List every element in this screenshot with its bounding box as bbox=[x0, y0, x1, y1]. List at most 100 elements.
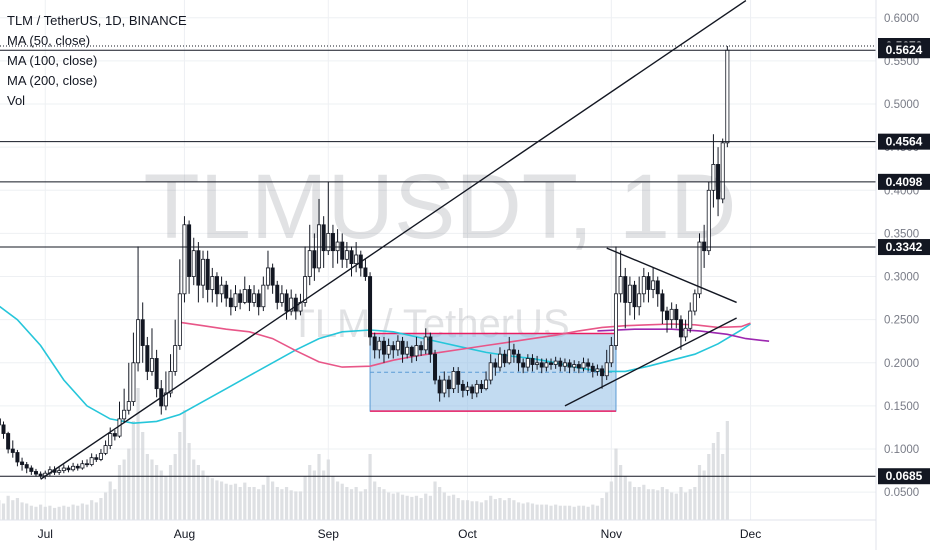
volume-bar bbox=[522, 504, 525, 521]
y-tick-label: 0.6000 bbox=[884, 13, 919, 25]
volume-bar bbox=[229, 485, 232, 520]
volume-bar bbox=[150, 460, 153, 521]
chart-title[interactable]: TLM / TetherUS, 1D, BINANCE bbox=[7, 11, 187, 31]
candle-body-down bbox=[438, 380, 441, 393]
volume-bar bbox=[313, 471, 316, 521]
volume-bar bbox=[554, 505, 557, 520]
volume-bar bbox=[494, 499, 497, 520]
volume-bar bbox=[197, 465, 200, 520]
candle-body-down bbox=[633, 285, 636, 307]
indicator-ma50-label[interactable]: MA (50, close) bbox=[7, 31, 187, 51]
volume-bar bbox=[20, 502, 23, 520]
x-tick-label: Aug bbox=[174, 527, 195, 541]
volume-bar bbox=[410, 497, 413, 520]
volume-bar bbox=[471, 501, 474, 520]
candle-body-up bbox=[90, 458, 93, 465]
volume-bar bbox=[433, 482, 436, 521]
candle-body-down bbox=[410, 347, 413, 356]
candle-body-down bbox=[141, 320, 144, 346]
candle-body-up bbox=[136, 320, 139, 363]
candle-body-up bbox=[707, 190, 710, 250]
volume-bar bbox=[526, 502, 529, 520]
candle-body-up bbox=[174, 346, 177, 372]
candle-body-up bbox=[58, 471, 61, 473]
volume-bar bbox=[721, 454, 724, 520]
indicator-ma100-label[interactable]: MA (100, close) bbox=[7, 51, 187, 71]
volume-bar bbox=[368, 454, 371, 520]
price-label-text: 0.5624 bbox=[886, 43, 923, 57]
volume-bar bbox=[582, 506, 585, 520]
candle-body-down bbox=[39, 474, 42, 476]
candle-body-down bbox=[155, 358, 158, 388]
volume-bar bbox=[624, 476, 627, 520]
candle-body-up bbox=[526, 358, 529, 367]
volume-bar bbox=[698, 465, 701, 520]
volume-bar bbox=[113, 489, 116, 520]
candle-body-down bbox=[461, 384, 464, 390]
price-label: 0.3342 bbox=[878, 239, 930, 255]
candle-body-down bbox=[656, 281, 659, 294]
candle-body-down bbox=[429, 337, 432, 354]
volume-bar bbox=[675, 494, 678, 520]
volume-bar bbox=[85, 505, 88, 520]
candle-body-down bbox=[522, 363, 525, 367]
candle-body-up bbox=[605, 363, 608, 376]
candle-body-up bbox=[345, 251, 348, 260]
candle-body-up bbox=[693, 294, 696, 311]
candle-body-down bbox=[76, 466, 79, 468]
indicator-volume-label[interactable]: Vol bbox=[7, 91, 187, 111]
volume-bar bbox=[401, 495, 404, 520]
candle-body-up bbox=[610, 346, 613, 363]
candle-body-down bbox=[661, 294, 664, 311]
volume-bar bbox=[517, 502, 520, 520]
volume-bar bbox=[712, 443, 715, 520]
candle-body-up bbox=[415, 346, 418, 356]
price-label-text: 0.0685 bbox=[886, 469, 923, 483]
price-label: 0.5624 bbox=[878, 42, 930, 58]
volume-bar bbox=[424, 494, 427, 520]
volume-bar bbox=[689, 489, 692, 520]
volume-bar bbox=[136, 388, 139, 520]
candle-body-up bbox=[443, 380, 446, 393]
y-tick-label: 0.5000 bbox=[884, 99, 919, 111]
volume-bar bbox=[294, 491, 297, 520]
volume-bar bbox=[429, 496, 432, 520]
volume-bar bbox=[545, 505, 548, 520]
candle-body-down bbox=[503, 354, 506, 363]
candle-body-down bbox=[248, 289, 251, 302]
candle-body-up bbox=[336, 242, 339, 251]
volume-bar bbox=[123, 460, 126, 521]
candle-body-down bbox=[146, 346, 149, 372]
volume-bar bbox=[670, 493, 673, 521]
candle-body-down bbox=[559, 361, 562, 366]
candle-body-up bbox=[150, 358, 153, 371]
candle-body-up bbox=[234, 294, 237, 307]
indicator-ma200-label[interactable]: MA (200, close) bbox=[7, 71, 187, 91]
candle-body-up bbox=[498, 354, 501, 367]
volume-bar bbox=[726, 421, 729, 520]
chart-legend: TLM / TetherUS, 1D, BINANCE MA (50, clos… bbox=[7, 11, 187, 111]
candle-body-up bbox=[484, 380, 487, 389]
volume-bar bbox=[11, 500, 14, 520]
candle-body-down bbox=[665, 311, 668, 320]
candle-body-up bbox=[280, 294, 283, 303]
volume-bar bbox=[127, 449, 130, 521]
volume-bar bbox=[531, 504, 534, 521]
candle-body-up bbox=[554, 361, 557, 364]
y-tick-label: 0.2000 bbox=[884, 358, 919, 370]
candle-body-up bbox=[81, 464, 84, 468]
candle-body-up bbox=[652, 281, 655, 290]
watermark: TLMUSDT, 1DTLM / TetherUS bbox=[144, 156, 737, 346]
candle-body-down bbox=[341, 242, 344, 259]
price-chart[interactable]: TLMUSDT, 1DTLM / TetherUS 0.60000.55000.… bbox=[0, 0, 932, 550]
candle-body-up bbox=[211, 277, 214, 290]
candle-body-down bbox=[16, 453, 19, 462]
y-tick-label: 0.3500 bbox=[884, 228, 919, 240]
volume-bar bbox=[355, 487, 358, 520]
candle-body-up bbox=[628, 285, 631, 302]
volume-bar bbox=[587, 507, 590, 520]
candle-body-down bbox=[350, 251, 353, 264]
y-tick-label: 0.2500 bbox=[884, 315, 919, 327]
volume-bar bbox=[345, 487, 348, 520]
volume-bar bbox=[610, 482, 613, 521]
